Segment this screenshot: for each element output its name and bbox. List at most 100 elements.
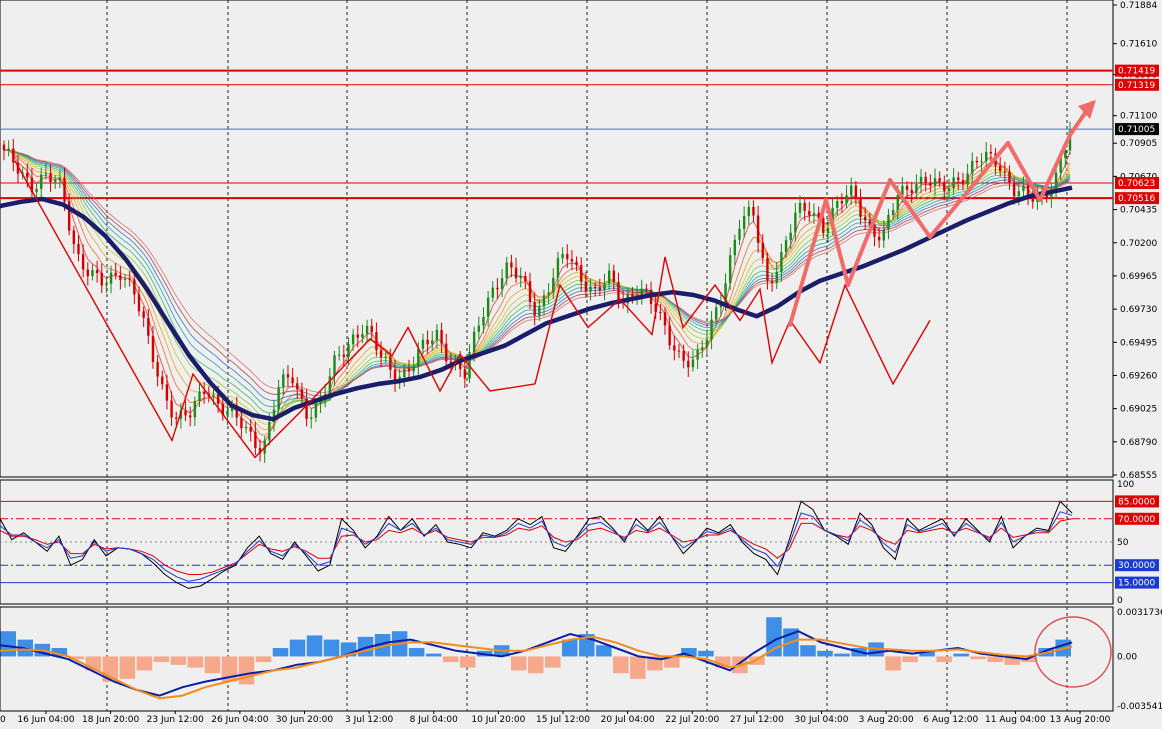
candle-body (533, 302, 536, 316)
macd-hist-bar (204, 656, 221, 674)
candle-body (919, 176, 923, 185)
price-tag-0: 0.71419 (1118, 67, 1155, 77)
candle-body (137, 294, 141, 312)
candle-body (933, 178, 937, 186)
candle-body (617, 281, 620, 300)
candle-body (1012, 183, 1016, 197)
candle-body (496, 287, 499, 290)
macd-hist-bar (902, 656, 918, 663)
candle-body (86, 269, 89, 277)
candle-body (328, 376, 332, 394)
candle-body (742, 216, 746, 229)
candle-body (603, 283, 606, 291)
macd-hist-bar (442, 656, 459, 663)
macd-hist-bar (136, 656, 153, 671)
macd-hist-bar (289, 639, 306, 657)
x-label-16: 13 Aug 20:00 (1050, 715, 1111, 725)
candle-body (156, 361, 159, 377)
candle-body (216, 394, 220, 404)
macd-hist-bar (408, 648, 425, 657)
candle-body (291, 377, 294, 384)
candle-body (175, 417, 178, 419)
price-tag-3: 0.70623 (1118, 179, 1155, 189)
x-label-1: 18 Jun 20:00 (82, 715, 139, 725)
candle-body (351, 334, 355, 345)
candle-body (854, 185, 858, 198)
candle-body (514, 267, 518, 278)
candle-body (859, 197, 862, 217)
candle-body (887, 214, 890, 230)
candle-body (58, 177, 62, 181)
macd-hist-bar (323, 639, 340, 657)
price-tick-label-6: 0.70435 (1120, 206, 1157, 216)
macd-hist-bar (187, 656, 204, 668)
candle-body (7, 148, 10, 151)
candle-body (589, 286, 592, 292)
candle-body (836, 201, 839, 208)
candle-body (198, 391, 201, 402)
candle-body (803, 203, 806, 211)
macd-hist-bar (970, 656, 986, 660)
candle-body (370, 325, 373, 333)
candle-body (431, 340, 434, 345)
candle-body (561, 253, 564, 259)
candle-body (147, 317, 150, 336)
candle-body (728, 255, 732, 284)
macd-hist-bar (630, 656, 646, 679)
candle-body (40, 174, 43, 189)
candle-body (998, 165, 1002, 172)
candle-body (296, 383, 299, 390)
candle-body (477, 325, 481, 332)
candle-body (412, 366, 415, 372)
candle-body (812, 212, 816, 216)
candle-body (435, 329, 439, 341)
candle-body (975, 160, 979, 163)
candle-body (365, 325, 369, 334)
candle-body (277, 387, 280, 410)
trading-chart[interactable]: 0.718840.716100.713900.711000.709050.706… (0, 0, 1162, 729)
candle-body (226, 410, 229, 416)
candle-body (407, 368, 411, 372)
candle-body (421, 339, 425, 349)
macd-hist-bar (749, 656, 765, 665)
candle-body (35, 188, 38, 193)
candle-body (161, 376, 164, 385)
candle-body (756, 215, 760, 244)
macd-hist-bar (170, 656, 187, 665)
candle-body (552, 277, 555, 293)
candle-body (44, 173, 48, 175)
candle-body (268, 421, 271, 441)
candle-body (95, 270, 99, 274)
candle-body (710, 319, 713, 340)
candle-body (310, 417, 313, 419)
macd-hist-bar (527, 656, 544, 674)
candle-body (947, 188, 951, 192)
x-label-14: 6 Aug 12:00 (923, 715, 978, 725)
price-tick-label-4: 0.70905 (1120, 139, 1157, 149)
price-tick-label-0: 0.71884 (1120, 1, 1157, 11)
candle-body (482, 316, 485, 326)
candle-body (701, 347, 704, 350)
candle-body (961, 180, 965, 185)
candle-body (49, 173, 52, 183)
macd-hist-bar (306, 635, 323, 657)
macd-hist-bar (425, 653, 442, 657)
price-tick-label-7: 0.70200 (1120, 239, 1157, 249)
x-label-5: 3 Jul 12:00 (345, 715, 394, 725)
candle-body (440, 329, 443, 344)
candle-body (342, 354, 346, 358)
candle-body (240, 417, 243, 429)
candle-body (663, 312, 667, 326)
candle-body (491, 287, 494, 298)
candle-body (593, 286, 597, 288)
candle-body (752, 206, 755, 216)
price-tick-label-11: 0.69260 (1120, 371, 1157, 381)
x-label-10: 22 Jul 20:00 (665, 715, 719, 725)
candle-body (971, 160, 974, 174)
candle-body (607, 270, 611, 284)
x-label-0: 16 Jun 04:00 (17, 715, 74, 725)
candle-body (659, 311, 662, 313)
candle-body (361, 333, 364, 338)
candle-body (985, 151, 988, 162)
candle-body (72, 230, 76, 244)
